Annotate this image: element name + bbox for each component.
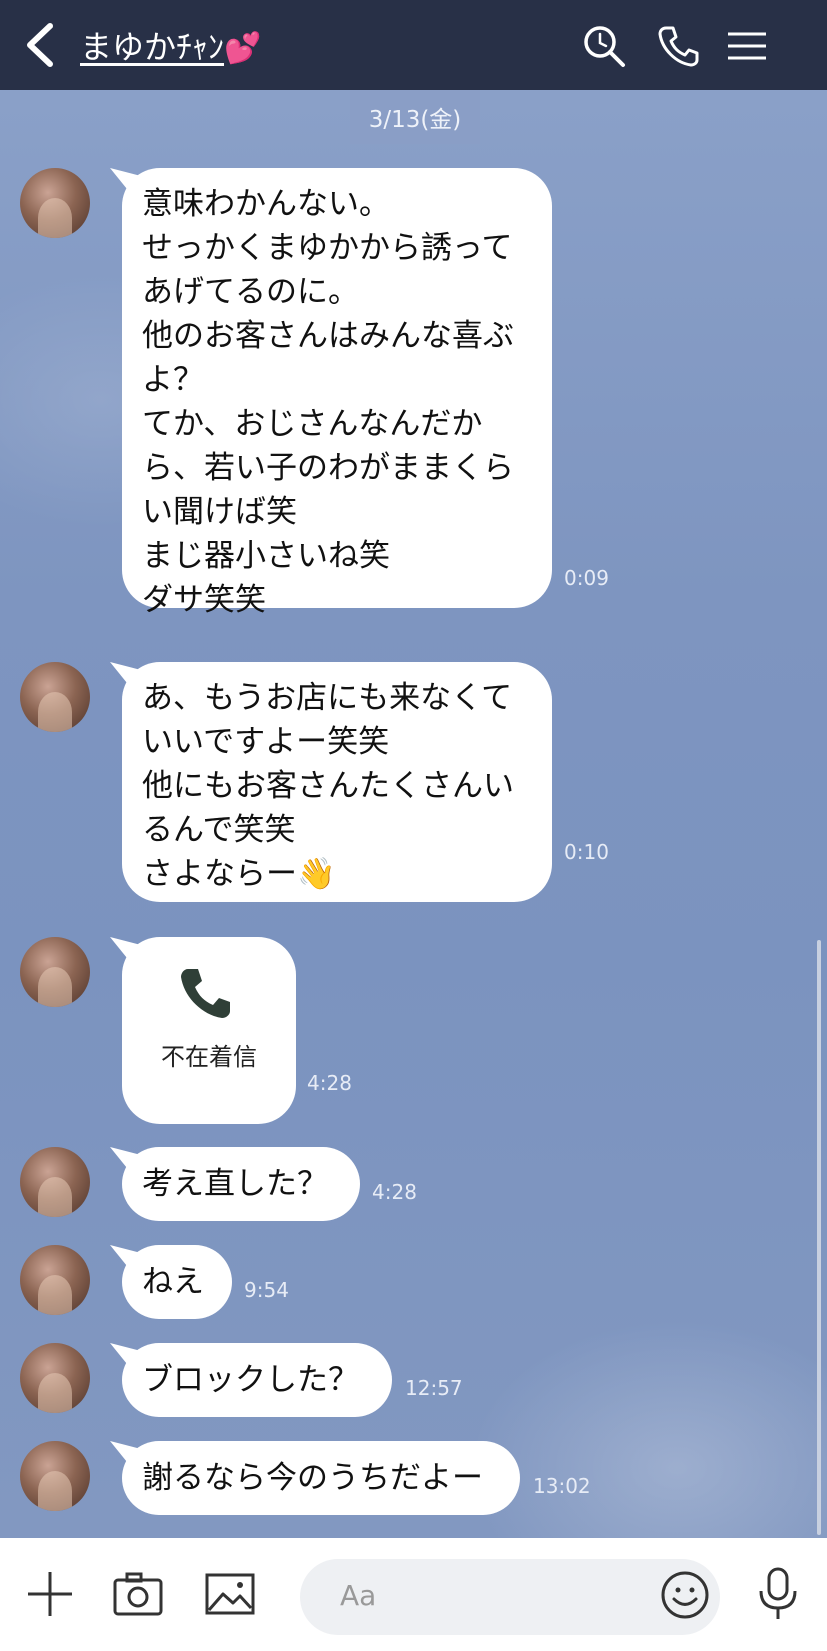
message-text: てか、おじさんなんだか xyxy=(142,406,483,442)
message-text: 他のお客さんはみんな喜ぶ xyxy=(142,318,514,354)
message-time: 9:54 xyxy=(244,1278,289,1302)
message-text: さよならー👋 xyxy=(142,856,336,892)
emoji-icon[interactable] xyxy=(660,1570,710,1620)
message-text: あげてるのに。 xyxy=(142,274,359,310)
scrollbar[interactable] xyxy=(817,940,821,1535)
message-bubble[interactable]: 考え直した？ xyxy=(122,1147,360,1221)
message-text: あ、もうお店にも来なくて xyxy=(142,680,513,716)
message-time: 0:10 xyxy=(564,840,609,864)
message-text: 意味わかんない。 xyxy=(142,186,390,222)
message-text: ブロックした？ xyxy=(142,1362,359,1398)
missed-call-label: 不在着信 xyxy=(161,1043,257,1071)
camera-icon[interactable] xyxy=(112,1568,164,1620)
message-text: ら、若い子のわがままくら xyxy=(142,450,514,486)
message-text: ダサ笑笑 xyxy=(142,582,266,618)
chat-area[interactable]: 3/13(金) 意味わかんない。 せっかくまゆかから誘って あげてるのに。 他の… xyxy=(0,90,827,1538)
contact-name: まゆかﾁｬﾝ xyxy=(80,28,225,66)
avatar[interactable] xyxy=(20,1441,90,1511)
phone-icon xyxy=(181,969,230,1018)
message-text: い聞けば笑 xyxy=(142,494,297,530)
contact-name-link[interactable]: まゆかﾁｬﾝ💕 xyxy=(80,22,261,68)
message-time: 4:28 xyxy=(307,1071,352,1095)
avatar[interactable] xyxy=(20,1147,90,1217)
avatar[interactable] xyxy=(20,1343,90,1413)
back-chevron-icon[interactable] xyxy=(20,22,60,68)
message-bubble[interactable]: ねえ xyxy=(122,1245,232,1319)
avatar[interactable] xyxy=(20,937,90,1007)
message-text: 他にもお客さんたくさんい xyxy=(142,768,514,804)
avatar[interactable] xyxy=(20,168,90,238)
message-input-placeholder: Aa xyxy=(340,1579,377,1612)
menu-icon[interactable] xyxy=(726,24,768,68)
message-text: 考え直した？ xyxy=(142,1166,328,1202)
message-text: いいですよー笑笑 xyxy=(142,724,390,760)
message-text: るんで笑笑 xyxy=(142,812,296,848)
search-icon[interactable] xyxy=(582,24,626,68)
input-bar: Aa xyxy=(0,1538,827,1651)
message-text: まじ器小さいね笑 xyxy=(142,538,390,574)
message-bubble[interactable]: 謝るなら今のうちだよー xyxy=(122,1441,520,1515)
avatar[interactable] xyxy=(20,1245,90,1315)
message-bubble[interactable]: ブロックした？ xyxy=(122,1343,392,1417)
avatar[interactable] xyxy=(20,662,90,732)
phone-icon[interactable] xyxy=(656,24,700,68)
chat-header: まゆかﾁｬﾝ💕 xyxy=(0,0,827,90)
message-time: 0:09 xyxy=(564,566,609,590)
hearts-emoji: 💕 xyxy=(224,31,262,66)
message-bubble[interactable]: あ、もうお店にも来なくて いいですよー笑笑 他にもお客さんたくさんい るんで笑笑… xyxy=(122,662,552,902)
message-time: 13:02 xyxy=(533,1474,591,1498)
message-bubble[interactable]: 意味わかんない。 せっかくまゆかから誘って あげてるのに。 他のお客さんはみんな… xyxy=(122,168,552,618)
message-input[interactable]: Aa xyxy=(300,1559,720,1635)
message-time: 12:57 xyxy=(405,1376,463,1400)
message-text: せっかくまゆかから誘って xyxy=(142,230,513,266)
plus-icon[interactable] xyxy=(24,1568,76,1620)
date-separator: 3/13(金) xyxy=(350,90,480,144)
image-icon[interactable] xyxy=(204,1568,256,1620)
message-text: よ？ xyxy=(142,362,204,398)
microphone-icon[interactable] xyxy=(756,1566,800,1622)
message-text: 謝るなら今のうちだよー xyxy=(142,1460,483,1496)
message-text: ねえ xyxy=(142,1264,204,1300)
background-cloud xyxy=(467,1318,827,1538)
message-time: 4:28 xyxy=(372,1180,417,1204)
missed-call-bubble[interactable]: 不在着信 xyxy=(122,937,296,1124)
